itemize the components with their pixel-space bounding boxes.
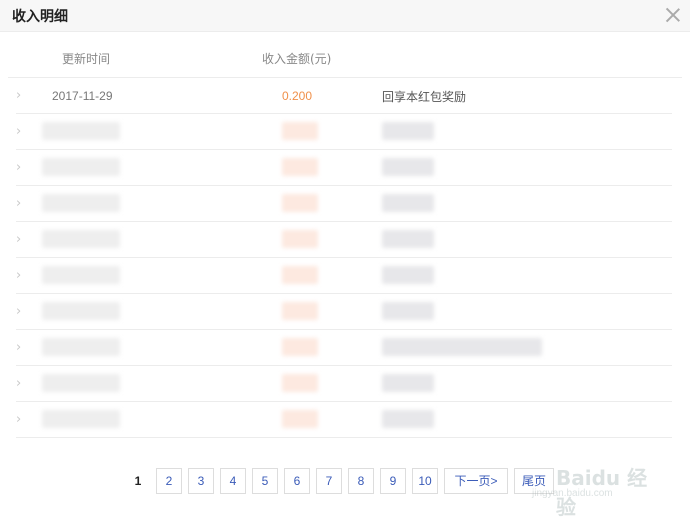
table-row[interactable]: › 2017-11-29 0.200 回享本红包奖励 bbox=[16, 78, 672, 114]
obscured-time bbox=[42, 410, 120, 428]
next-page-button[interactable]: 下一页> bbox=[444, 468, 508, 494]
page-link-8[interactable]: 8 bbox=[348, 468, 374, 494]
income-detail-dialog: 收入明细 更新时间 收入金额(元) › 2017-11-29 0.200 回享本… bbox=[0, 0, 690, 523]
page-current: 1 bbox=[128, 468, 148, 494]
table-row[interactable]: › bbox=[16, 222, 672, 258]
watermark-url: jingyan.baidu.com bbox=[532, 488, 613, 499]
obscured-description bbox=[382, 158, 434, 176]
chevron-right-icon[interactable]: › bbox=[16, 125, 24, 139]
obscured-amount bbox=[282, 122, 318, 140]
obscured-description bbox=[382, 374, 434, 392]
table-header: 更新时间 收入金额(元) bbox=[0, 32, 690, 77]
page-link-5[interactable]: 5 bbox=[252, 468, 278, 494]
obscured-time bbox=[42, 302, 120, 320]
table-row[interactable]: › bbox=[16, 294, 672, 330]
obscured-time bbox=[42, 158, 120, 176]
row-amount: 0.200 bbox=[282, 89, 313, 103]
obscured-description bbox=[382, 122, 434, 140]
page-link-6[interactable]: 6 bbox=[284, 468, 310, 494]
obscured-amount bbox=[282, 266, 318, 284]
obscured-amount bbox=[282, 194, 318, 212]
obscured-time bbox=[42, 338, 120, 356]
chevron-right-icon[interactable]: › bbox=[16, 233, 24, 247]
row-time: 2017-11-29 bbox=[52, 89, 113, 103]
obscured-time bbox=[42, 266, 120, 284]
chevron-right-icon[interactable]: › bbox=[16, 161, 24, 175]
obscured-amount bbox=[282, 230, 318, 248]
table-row[interactable]: › bbox=[16, 402, 672, 438]
obscured-amount bbox=[282, 410, 318, 428]
baidu-jingyan-watermark: Baidu 经验 jingyan.baidu.com bbox=[528, 456, 658, 519]
chevron-right-icon[interactable]: › bbox=[16, 341, 24, 355]
table-row[interactable]: › bbox=[16, 114, 672, 150]
table-row[interactable]: › bbox=[16, 258, 672, 294]
chevron-right-icon[interactable]: › bbox=[16, 413, 24, 427]
page-link-3[interactable]: 3 bbox=[188, 468, 214, 494]
obscured-amount bbox=[282, 158, 318, 176]
chevron-right-icon[interactable]: › bbox=[16, 89, 24, 103]
page-link-7[interactable]: 7 bbox=[316, 468, 342, 494]
table-row[interactable]: › bbox=[16, 366, 672, 402]
obscured-amount bbox=[282, 338, 318, 356]
row-description: 回享本红包奖励 bbox=[382, 90, 467, 104]
obscured-time bbox=[42, 122, 120, 140]
obscured-description bbox=[382, 194, 434, 212]
chevron-right-icon[interactable]: › bbox=[16, 305, 24, 319]
dialog-title: 收入明细 bbox=[12, 9, 68, 25]
obscured-description bbox=[382, 410, 434, 428]
header-update-time: 更新时间 bbox=[62, 52, 111, 66]
dialog-title-bar: 收入明细 bbox=[0, 0, 690, 32]
income-table-body: › 2017-11-29 0.200 回享本红包奖励 › › › › › › › › › bbox=[0, 78, 690, 438]
obscured-description bbox=[382, 302, 434, 320]
page-link-10[interactable]: 10 bbox=[412, 468, 438, 494]
table-row[interactable]: › bbox=[16, 186, 672, 222]
page-link-2[interactable]: 2 bbox=[156, 468, 182, 494]
page-link-4[interactable]: 4 bbox=[220, 468, 246, 494]
obscured-description bbox=[382, 266, 434, 284]
obscured-time bbox=[42, 230, 120, 248]
close-icon[interactable] bbox=[664, 6, 682, 24]
obscured-time bbox=[42, 194, 120, 212]
chevron-right-icon[interactable]: › bbox=[16, 197, 24, 211]
obscured-rows: › › › › › › › › › bbox=[0, 114, 690, 438]
chevron-right-icon[interactable]: › bbox=[16, 269, 24, 283]
obscured-amount bbox=[282, 302, 318, 320]
table-row[interactable]: › bbox=[16, 150, 672, 186]
obscured-description bbox=[382, 230, 434, 248]
table-row[interactable]: › bbox=[16, 330, 672, 366]
obscured-time bbox=[42, 374, 120, 392]
obscured-amount bbox=[282, 374, 318, 392]
obscured-description bbox=[382, 338, 542, 356]
page-link-9[interactable]: 9 bbox=[380, 468, 406, 494]
chevron-right-icon[interactable]: › bbox=[16, 377, 24, 391]
header-income-amount: 收入金额(元) bbox=[262, 52, 332, 66]
